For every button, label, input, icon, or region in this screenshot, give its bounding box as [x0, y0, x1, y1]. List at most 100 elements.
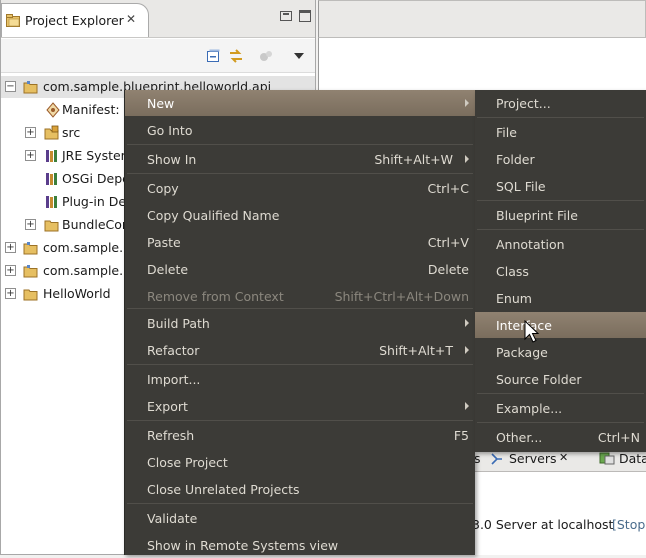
- menu-separator: [477, 117, 644, 118]
- servers-icon: [491, 453, 502, 465]
- tree-item-label: OSGi Depe: [62, 171, 130, 186]
- menu-item-show-in[interactable]: Show In Shift+Alt+W: [125, 146, 475, 172]
- submenu-item-sql-file[interactable]: SQL File: [475, 173, 646, 199]
- project-explorer-icon: [6, 14, 20, 27]
- menu-item-label: Import...: [147, 372, 201, 387]
- menu-item-label: New: [147, 96, 175, 111]
- menu-item-label: Example...: [496, 401, 563, 416]
- submenu-item-folder[interactable]: Folder: [475, 146, 646, 172]
- tree-item-label: Manifest: c: [62, 102, 131, 117]
- tab-servers[interactable]: Servers: [509, 451, 557, 466]
- menu-item-new[interactable]: New: [125, 90, 475, 116]
- submenu-item-file[interactable]: File: [475, 119, 646, 145]
- menu-item-go-into[interactable]: Go Into: [125, 117, 475, 143]
- submenu-item-example[interactable]: Example...: [475, 395, 646, 421]
- close-icon[interactable]: ✕: [559, 451, 568, 464]
- menu-item-label: Remove from Context: [147, 289, 284, 304]
- menu-item-export[interactable]: Export: [125, 393, 475, 419]
- menu-separator: [477, 229, 644, 230]
- submenu-item-enum[interactable]: Enum: [475, 285, 646, 311]
- project-folder-icon: [23, 265, 38, 278]
- collapse-all-icon[interactable]: [205, 48, 221, 64]
- folder-icon: [44, 220, 59, 232]
- expand-toggle[interactable]: +: [25, 150, 36, 161]
- submenu-item-interface[interactable]: Interface: [475, 312, 646, 338]
- expand-toggle[interactable]: +: [5, 265, 16, 276]
- expand-toggle[interactable]: +: [5, 288, 16, 299]
- menu-item-label: Close Unrelated Projects: [147, 482, 300, 497]
- project-explorer-title: Project Explorer: [25, 13, 124, 28]
- menu-item-label: Show in Remote Systems view: [147, 538, 339, 553]
- menu-separator: [477, 422, 644, 423]
- submenu-arrow-icon: [465, 99, 469, 107]
- menu-item-label: Enum: [496, 291, 532, 306]
- menu-item-label: Refactor: [147, 343, 200, 358]
- menu-item-label: Go Into: [147, 123, 193, 138]
- view-toolbar: [1, 39, 315, 73]
- menu-item-close-project[interactable]: Close Project: [125, 449, 475, 475]
- menu-item-label: Paste: [147, 235, 181, 250]
- menu-separator: [127, 420, 473, 421]
- menu-item-label: Copy: [147, 181, 179, 196]
- menu-item-label: Other...: [496, 430, 543, 445]
- menu-item-label: Source Folder: [496, 372, 582, 387]
- link-with-editor-icon[interactable]: [228, 48, 244, 64]
- menu-separator: [127, 173, 473, 174]
- menu-item-validate[interactable]: Validate: [125, 505, 475, 531]
- maximize-view-button[interactable]: [299, 10, 311, 22]
- submenu-item-annotation[interactable]: Annotation: [475, 231, 646, 257]
- menu-separator: [477, 393, 644, 394]
- menu-item-paste[interactable]: Paste Ctrl+V: [125, 229, 475, 255]
- tab-data[interactable]: Data: [619, 451, 646, 466]
- server-status: [Stop: [612, 517, 646, 532]
- menu-item-refresh[interactable]: Refresh F5: [125, 422, 475, 448]
- menu-item-import[interactable]: Import...: [125, 366, 475, 392]
- tree-item-label: src: [62, 125, 81, 140]
- collapse-toggle[interactable]: −: [5, 81, 16, 92]
- project-explorer-tab[interactable]: Project Explorer ✕: [1, 3, 149, 37]
- server-name[interactable]: 3.0 Server at localhost: [472, 517, 613, 532]
- submenu-arrow-icon: [465, 402, 469, 410]
- menu-item-label: Folder: [496, 152, 535, 167]
- submenu-item-source-folder[interactable]: Source Folder: [475, 366, 646, 392]
- menu-item-copy[interactable]: Copy Ctrl+C: [125, 175, 475, 201]
- menu-item-shortcut: Ctrl+C: [427, 181, 469, 196]
- menu-separator: [127, 144, 473, 145]
- menu-item-label: Build Path: [147, 316, 210, 331]
- menu-item-show-in-remote-systems-view[interactable]: Show in Remote Systems view: [125, 532, 475, 558]
- menu-separator: [477, 200, 644, 201]
- menu-item-label: Export: [147, 399, 188, 414]
- submenu-item-other[interactable]: Other... Ctrl+N: [475, 424, 646, 450]
- project-folder-icon: [23, 81, 38, 94]
- source-folder-icon: [44, 125, 59, 140]
- menu-item-label: Close Project: [147, 455, 228, 470]
- manifest-icon: [46, 102, 60, 118]
- expand-toggle[interactable]: +: [25, 127, 36, 138]
- submenu-item-class[interactable]: Class: [475, 258, 646, 284]
- menu-item-shortcut: Shift+Ctrl+Alt+Down: [334, 289, 469, 304]
- expand-toggle[interactable]: +: [25, 219, 36, 230]
- filter-icon[interactable]: [258, 48, 274, 64]
- submenu-item-project[interactable]: Project...: [475, 90, 646, 116]
- menu-item-label: Annotation: [496, 237, 565, 252]
- project-folder-icon: [23, 242, 38, 255]
- menu-item-delete[interactable]: Delete Delete: [125, 256, 475, 282]
- minimize-view-button[interactable]: [280, 11, 292, 21]
- submenu-arrow-icon: [465, 346, 469, 354]
- menu-item-close-unrelated-projects[interactable]: Close Unrelated Projects: [125, 476, 475, 502]
- menu-item-label: Validate: [147, 511, 198, 526]
- menu-item-shortcut: Shift+Alt+T: [379, 343, 453, 358]
- submenu-item-blueprint-file[interactable]: Blueprint File: [475, 202, 646, 228]
- close-icon[interactable]: ✕: [126, 12, 138, 26]
- menu-item-copy-qualified-name[interactable]: Copy Qualified Name: [125, 202, 475, 228]
- menu-item-shortcut: Delete: [427, 262, 469, 277]
- library-icon: [46, 173, 57, 185]
- menu-item-refactor[interactable]: Refactor Shift+Alt+T: [125, 337, 475, 363]
- tree-item-label: com.sample.b: [43, 240, 132, 255]
- view-menu-icon[interactable]: [291, 48, 307, 64]
- expand-toggle[interactable]: +: [5, 242, 16, 253]
- menu-item-build-path[interactable]: Build Path: [125, 310, 475, 336]
- submenu-item-package[interactable]: Package: [475, 339, 646, 365]
- menu-item-label: Copy Qualified Name: [147, 208, 280, 223]
- menu-item-label: SQL File: [496, 179, 546, 194]
